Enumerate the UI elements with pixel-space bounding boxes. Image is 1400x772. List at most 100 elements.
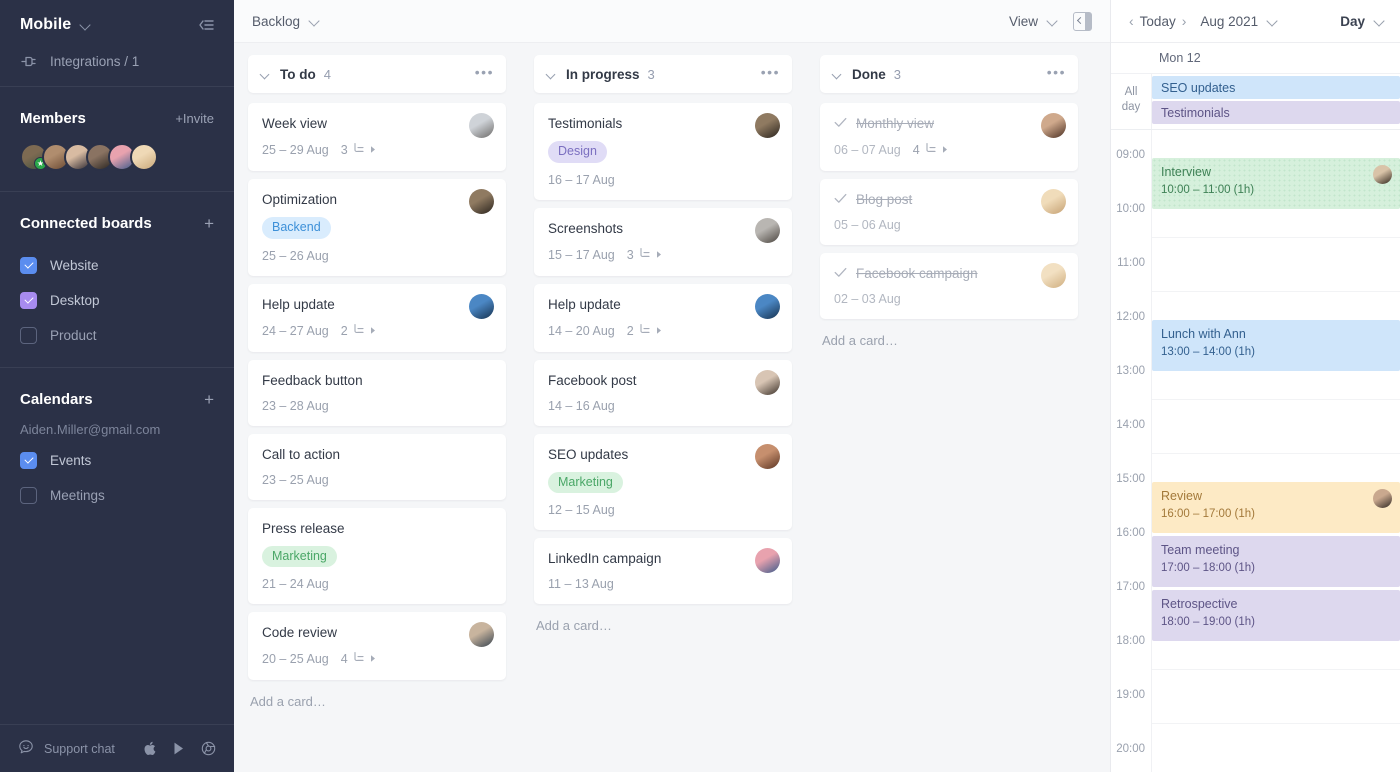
calendar-event[interactable]: Lunch with Ann13:00 – 14:00 (1h) (1152, 320, 1400, 371)
calendar-event[interactable]: Team meeting17:00 – 18:00 (1h) (1152, 536, 1400, 587)
allday-event[interactable]: SEO updates (1152, 76, 1400, 99)
chevron-right-icon[interactable]: › (1178, 13, 1191, 29)
card-tag[interactable]: Marketing (548, 472, 623, 494)
board-card[interactable]: Code review20 – 25 Aug4 (248, 612, 506, 680)
board-card[interactable]: Help update14 – 20 Aug2 (534, 284, 792, 352)
board-card[interactable]: Press releaseMarketing21 – 24 Aug (248, 508, 506, 605)
apple-icon[interactable] (143, 741, 156, 756)
card-assignee-avatar[interactable] (755, 548, 780, 573)
invite-button[interactable]: +Invite (175, 111, 214, 126)
add-card-button[interactable]: Add a card… (534, 612, 792, 633)
calendar-event[interactable]: Review16:00 – 17:00 (1h) (1152, 482, 1400, 533)
board-card[interactable]: Feedback button23 – 28 Aug (248, 360, 506, 426)
checkbox-meetings[interactable] (20, 487, 37, 504)
board-card[interactable]: Week view25 – 29 Aug3 (248, 103, 506, 171)
checkbox-website[interactable] (20, 257, 37, 274)
card-assignee-avatar[interactable] (469, 622, 494, 647)
card-assignee-avatar[interactable] (755, 113, 780, 138)
checkbox-desktop[interactable] (20, 292, 37, 309)
more-options-icon[interactable]: ••• (761, 65, 780, 84)
card-assignee-avatar[interactable] (755, 294, 780, 319)
card-subtasks[interactable]: 3 (627, 247, 663, 263)
card-assignee-avatar[interactable] (469, 113, 494, 138)
sidebar-footer: Support chat (0, 724, 234, 772)
add-calendar-plus-icon[interactable]: + (204, 391, 214, 408)
support-chat-button[interactable]: Support chat (18, 739, 115, 758)
column-collapse-chevron-icon[interactable] (546, 69, 557, 80)
check-icon (24, 259, 33, 268)
google-play-icon[interactable] (172, 741, 185, 756)
board-name-dropdown[interactable]: Backlog (252, 14, 321, 29)
calendar-item-events[interactable]: Events (20, 443, 214, 478)
card-assignee-avatar[interactable] (1041, 189, 1066, 214)
today-button[interactable]: Today (1140, 14, 1176, 29)
card-tag[interactable]: Design (548, 141, 607, 163)
month-dropdown[interactable]: Aug 2021 (1200, 14, 1279, 29)
allday-event[interactable]: Testimonials (1152, 101, 1400, 124)
calendar-event[interactable]: Retrospective18:00 – 19:00 (1h) (1152, 590, 1400, 641)
card-assignee-avatar[interactable] (755, 218, 780, 243)
card-assignee-avatar[interactable] (469, 189, 494, 214)
calendar-item-meetings[interactable]: Meetings (20, 478, 214, 513)
card-assignee-avatar[interactable] (755, 444, 780, 469)
card-assignee-avatar[interactable] (469, 294, 494, 319)
hour-gutter: 11:00 (1111, 238, 1152, 292)
sidebar-item-integrations[interactable]: Integrations / 1 (20, 50, 214, 72)
card-title-row: LinkedIn campaign (548, 550, 778, 567)
calendar-event-avatar[interactable] (1373, 489, 1392, 508)
board-item-product[interactable]: Product (20, 318, 214, 353)
toggle-right-panel-icon[interactable] (1073, 12, 1092, 31)
card-assignee-avatar[interactable] (1041, 263, 1066, 288)
card-subtasks[interactable]: 2 (627, 323, 663, 339)
card-subtasks[interactable]: 2 (341, 323, 377, 339)
connected-boards-heading: Connected boards (20, 215, 152, 232)
card-title-row: Help update (548, 296, 778, 313)
card-assignee-avatar[interactable] (755, 370, 780, 395)
card-subtasks[interactable]: 4 (341, 651, 377, 667)
checkbox-product[interactable] (20, 327, 37, 344)
board-card[interactable]: LinkedIn campaign11 – 13 Aug (534, 538, 792, 604)
board-card[interactable]: Facebook post14 – 16 Aug (534, 360, 792, 426)
board-card[interactable]: Monthly view06 – 07 Aug4 (820, 103, 1078, 171)
more-options-icon[interactable]: ••• (475, 65, 494, 84)
more-options-icon[interactable]: ••• (1047, 65, 1066, 84)
board-item-desktop[interactable]: Desktop (20, 283, 214, 318)
board-card[interactable]: Help update24 – 27 Aug2 (248, 284, 506, 352)
board-card[interactable]: TestimonialsDesign16 – 17 Aug (534, 103, 792, 200)
card-title-row: Call to action (262, 446, 492, 463)
board-card[interactable]: Facebook campaign02 – 03 Aug (820, 253, 1078, 319)
add-card-button[interactable]: Add a card… (820, 327, 1078, 348)
column-collapse-chevron-icon[interactable] (832, 69, 843, 80)
card-tag[interactable]: Backend (262, 217, 331, 239)
chevron-left-icon[interactable]: ‹ (1125, 13, 1138, 29)
member-avatar-6[interactable] (130, 143, 158, 171)
hour-slot[interactable] (1152, 724, 1400, 772)
column-collapse-chevron-icon[interactable] (260, 69, 271, 80)
board-card[interactable]: SEO updatesMarketing12 – 15 Aug (534, 434, 792, 531)
add-board-plus-icon[interactable]: + (204, 215, 214, 232)
board-card[interactable]: OptimizationBackend25 – 26 Aug (248, 179, 506, 276)
collapse-sidebar-icon[interactable] (197, 18, 214, 32)
calendar-time-grid[interactable]: 09:0010:0011:0012:0013:0014:0015:0016:00… (1111, 130, 1400, 772)
card-subtasks[interactable]: 3 (341, 142, 377, 158)
chrome-icon[interactable] (201, 741, 216, 756)
card-assignee-avatar[interactable] (1041, 113, 1066, 138)
board-card[interactable]: Blog post05 – 06 Aug (820, 179, 1078, 245)
card-subtasks[interactable]: 4 (913, 142, 949, 158)
column-header: To do4••• (248, 55, 506, 93)
checkbox-events[interactable] (20, 452, 37, 469)
card-tag[interactable]: Marketing (262, 546, 337, 568)
hour-slot[interactable] (1152, 670, 1400, 724)
hour-slot[interactable] (1152, 238, 1400, 292)
calendar-event-avatar[interactable] (1373, 165, 1392, 184)
hour-slot[interactable] (1152, 400, 1400, 454)
calendar-view-mode-dropdown[interactable]: Day (1340, 14, 1386, 29)
board-card[interactable]: Screenshots15 – 17 Aug3 (534, 208, 792, 276)
workspace-title[interactable]: Mobile (20, 16, 71, 34)
board-card[interactable]: Call to action23 – 25 Aug (248, 434, 506, 500)
workspace-chevron-down-icon[interactable] (80, 19, 92, 31)
board-item-website[interactable]: Website (20, 248, 214, 283)
calendar-event[interactable]: Interview10:00 – 11:00 (1h) (1152, 158, 1400, 209)
add-card-button[interactable]: Add a card… (248, 688, 506, 709)
view-dropdown[interactable]: View (1009, 14, 1059, 29)
